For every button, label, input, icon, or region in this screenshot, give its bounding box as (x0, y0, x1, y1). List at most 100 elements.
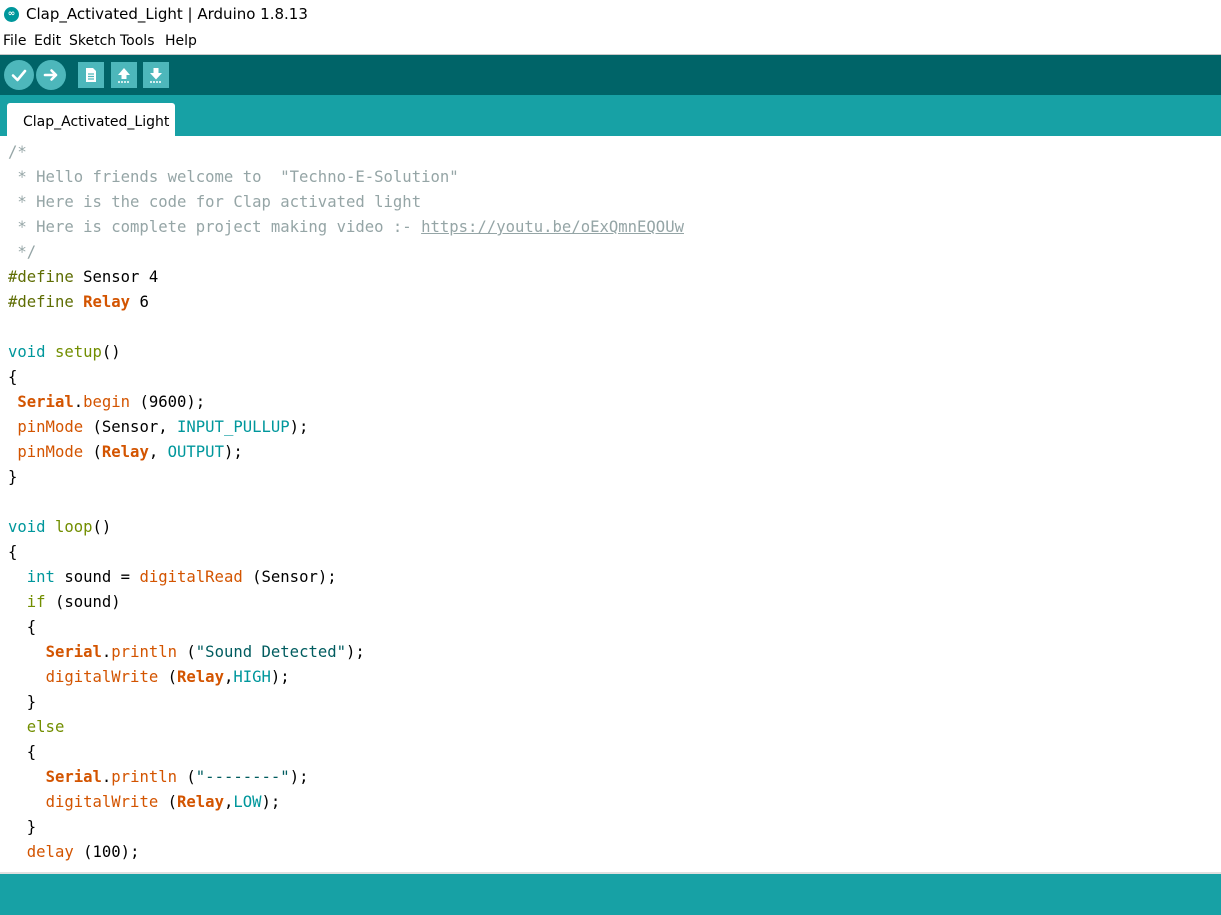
code-token: ); (346, 643, 365, 661)
code-line: } (8, 815, 684, 840)
code-token: INPUT_PULLUP (177, 418, 290, 436)
code-token: () (101, 343, 121, 361)
code-line: void setup() (8, 340, 684, 365)
code-line: if (sound) (8, 590, 684, 615)
menu-tools[interactable]: Tools (120, 33, 155, 49)
code-token: Relay (83, 293, 131, 311)
code-line: * Here is the code for Clap activated li… (8, 190, 684, 215)
arduino-infinity-icon: ∞ (4, 7, 19, 22)
code-token: Relay (101, 443, 149, 461)
code-line: { (8, 615, 684, 640)
code-token: println (111, 643, 178, 661)
code-token: { (8, 368, 18, 386)
code-token: { (8, 743, 37, 761)
code-token: void (8, 518, 46, 536)
menu-file[interactable]: File (3, 33, 26, 49)
code-line: pinMode (Relay, OUTPUT); (8, 440, 684, 465)
code-line: digitalWrite (Relay,LOW); (8, 790, 684, 815)
code-token: Serial (45, 768, 102, 786)
code-token: void (8, 343, 46, 361)
code-line: #define Sensor 4 (8, 265, 684, 290)
code-token: "--------" (195, 768, 290, 786)
arrow-up-icon (118, 68, 130, 83)
status-bar (0, 874, 1221, 915)
code-token: ); (289, 768, 309, 786)
checkmark-icon (11, 69, 27, 82)
code-line: /* (8, 140, 684, 165)
code-token: OUTPUT (167, 443, 224, 461)
code-token: delay (26, 843, 74, 861)
code-line: digitalWrite (Relay,HIGH); (8, 665, 684, 690)
title-bar: ∞ Clap_Activated_Light | Arduino 1.8.13 (0, 0, 1221, 30)
open-button[interactable] (111, 62, 137, 88)
code-token: (Sensor, (83, 418, 177, 436)
arrow-right-icon (43, 69, 58, 81)
new-button[interactable] (78, 62, 104, 88)
menu-bar: File Edit Sketch Tools Help (0, 30, 1221, 55)
code-line: #define Relay 6 (8, 290, 684, 315)
upload-button[interactable] (36, 60, 66, 90)
code-token: ( (177, 643, 196, 661)
menu-help[interactable]: Help (165, 33, 197, 49)
code-line: { (8, 540, 684, 565)
code-token: Relay (177, 793, 224, 811)
code-editor[interactable]: /* * Hello friends welcome to "Techno-E-… (0, 136, 1221, 872)
code-token: (sound) (45, 593, 121, 611)
new-file-icon (86, 68, 96, 82)
code-line: * Hello friends welcome to "Techno-E-Sol… (8, 165, 684, 190)
code-token: println (111, 768, 178, 786)
code-token: pinMode (17, 443, 84, 461)
code-line: } (8, 465, 684, 490)
code-token: */ (8, 243, 37, 261)
code-line: int sound = digitalRead (Sensor); (8, 565, 684, 590)
code-line: { (8, 365, 684, 390)
tab-clap-activated-light[interactable]: Clap_Activated_Light (7, 103, 175, 136)
menu-edit[interactable]: Edit (34, 33, 61, 49)
code-token: } (8, 693, 37, 711)
code-token: digitalRead (139, 568, 243, 586)
save-button[interactable] (143, 62, 169, 88)
code-token: ( (83, 443, 102, 461)
code-line: Serial.begin (9600); (8, 390, 684, 415)
code-line: } (8, 690, 684, 715)
code-line: */ (8, 240, 684, 265)
code-token: Sensor 4 (73, 268, 159, 286)
code-token: (100); (73, 843, 140, 861)
code-token: setup (54, 343, 102, 361)
code-token: (Sensor); (242, 568, 337, 586)
code-token: * Here is the code for Clap activated li… (8, 193, 422, 211)
code-token: LOW (233, 793, 262, 811)
tab-label: Clap_Activated_Light (23, 114, 170, 130)
code-token: ); (261, 793, 281, 811)
code-token: begin (83, 393, 131, 411)
code-token: ( (158, 793, 178, 811)
code-line: Serial.println ("--------"); (8, 765, 684, 790)
code-token: , (148, 443, 168, 461)
code-line: void loop() (8, 515, 684, 540)
toolbar (0, 55, 1221, 95)
code-line: delay (100); (8, 840, 684, 865)
tab-bar: Clap_Activated_Light (0, 95, 1221, 136)
code-link[interactable]: https://youtu.be/oExQmnEQOUw (421, 218, 684, 236)
code-token: . (101, 768, 112, 786)
code-line: else (8, 715, 684, 740)
verify-button[interactable] (4, 60, 34, 90)
code-token: digitalWrite (45, 668, 159, 686)
code-token: ); (270, 668, 290, 686)
code-token: . (101, 643, 112, 661)
code-token: , (223, 793, 234, 811)
code-text: /* * Hello friends welcome to "Techno-E-… (8, 140, 684, 865)
menu-sketch[interactable]: Sketch (69, 33, 116, 49)
